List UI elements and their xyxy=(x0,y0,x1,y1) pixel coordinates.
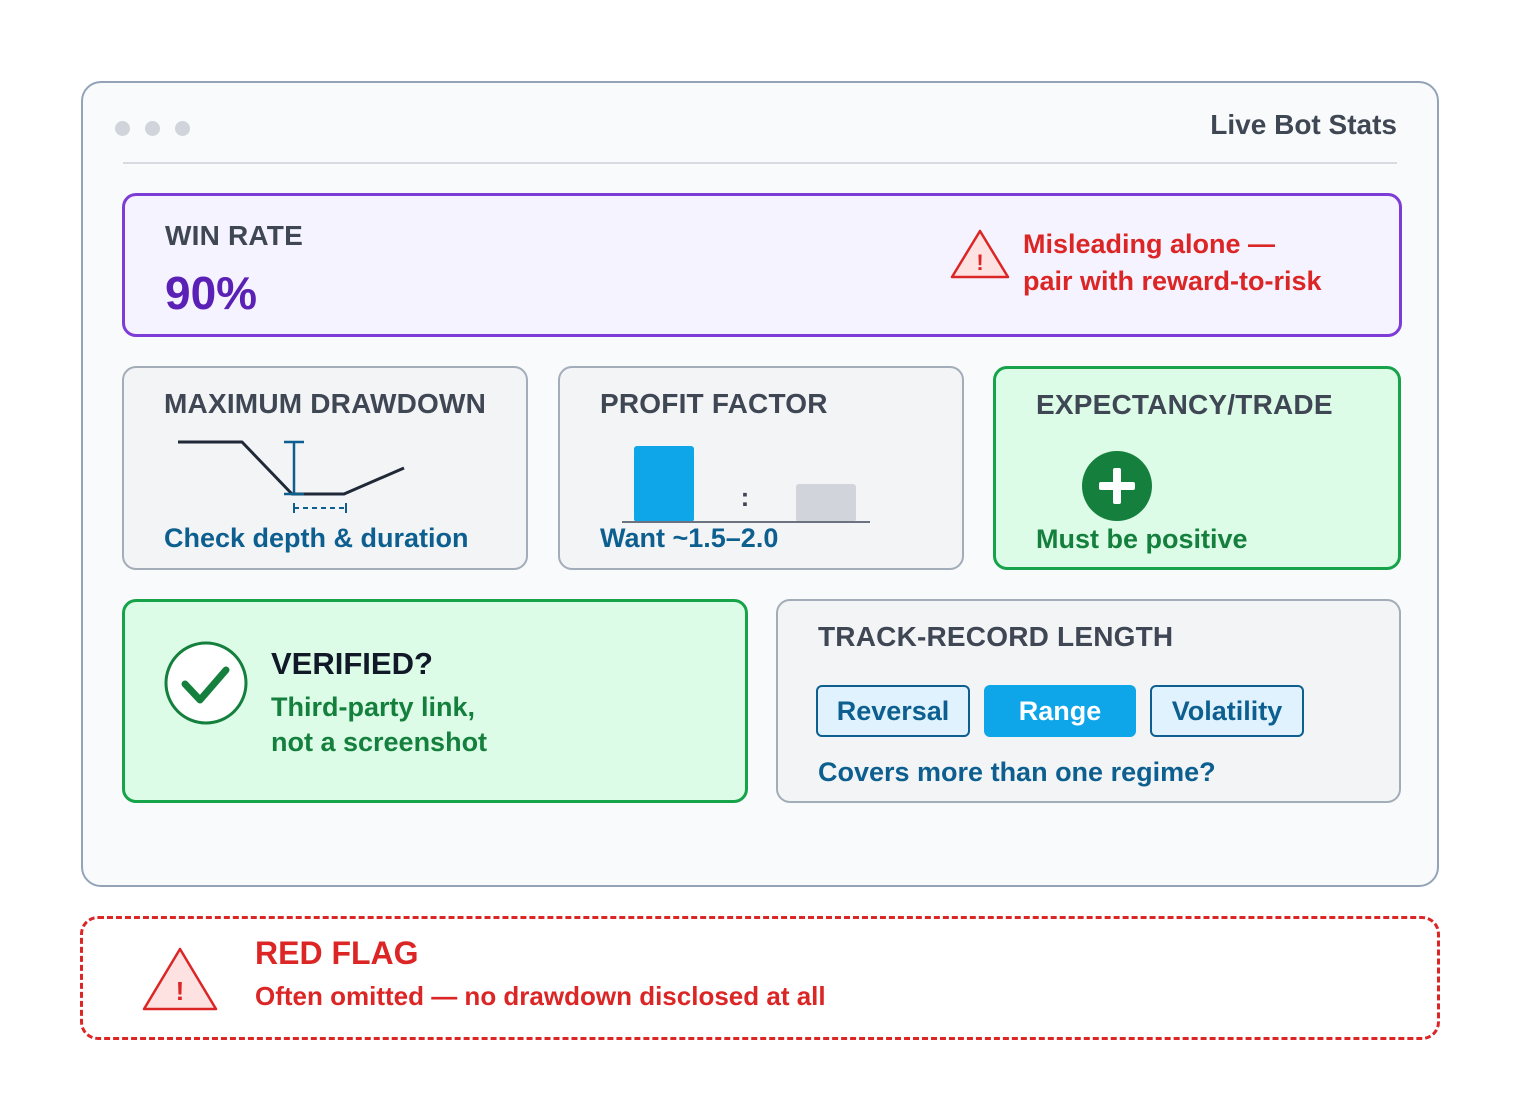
profit-factor-label: PROFIT FACTOR xyxy=(600,388,828,419)
checkmark-circle-icon xyxy=(164,641,248,725)
red-flag-text: Often omitted — no drawdown disclosed at… xyxy=(255,981,826,1011)
win-rate-warning: Misleading alone — pair with reward-to-r… xyxy=(1023,226,1322,300)
window-dot-2[interactable] xyxy=(145,121,160,136)
win-rate-value: 90% xyxy=(165,267,258,319)
window-title: Live Bot Stats xyxy=(1210,109,1397,140)
expectancy-card: EXPECTANCY/TRADE Must be positive xyxy=(993,366,1401,570)
verified-title: VERIFIED? xyxy=(271,646,433,681)
ratio-separator: : xyxy=(741,482,750,512)
red-flag-banner: ! RED FLAG Often omitted — no drawdown d… xyxy=(80,916,1440,1040)
win-rate-card: WIN RATE 90% ! Misleading alone — pair w… xyxy=(122,193,1402,337)
chip-reversal[interactable]: Reversal xyxy=(816,685,970,737)
svg-text:!: ! xyxy=(176,976,185,1006)
expectancy-note: Must be positive xyxy=(1036,524,1248,554)
svg-text:!: ! xyxy=(976,250,983,275)
profit-factor-note: Want ~1.5–2.0 xyxy=(600,523,779,553)
red-flag-title: RED FLAG xyxy=(255,935,419,971)
max-drawdown-note: Check depth & duration xyxy=(164,523,469,553)
warning-line-1: Misleading alone — xyxy=(1023,229,1276,259)
drawdown-curve-icon xyxy=(178,440,405,513)
warning-line-2: pair with reward-to-risk xyxy=(1023,266,1322,296)
chip-range[interactable]: Range xyxy=(984,685,1136,737)
expectancy-label: EXPECTANCY/TRADE xyxy=(1036,389,1333,420)
track-record-label: TRACK-RECORD LENGTH xyxy=(818,621,1174,652)
window-dot-1[interactable] xyxy=(115,121,130,136)
plus-circle-icon xyxy=(1082,451,1152,521)
title-divider xyxy=(123,162,1397,164)
max-drawdown-card: MAXIMUM DRAWDOWN Check depth & duration xyxy=(122,366,528,570)
ratio-bars-icon: : xyxy=(622,446,870,523)
profit-factor-card: PROFIT FACTOR : Want ~1.5–2.0 xyxy=(558,366,964,570)
verified-line-2: not a screenshot xyxy=(271,727,488,757)
verified-description: Third-party link, not a screenshot xyxy=(271,690,487,760)
warning-triangle-icon: ! xyxy=(142,947,218,1011)
win-rate-label: WIN RATE xyxy=(165,220,303,251)
track-record-card: TRACK-RECORD LENGTH Reversal Range Volat… xyxy=(776,599,1401,803)
warning-triangle-icon: ! xyxy=(950,229,1010,279)
verified-line-1: Third-party link, xyxy=(271,692,476,722)
track-record-question: Covers more than one regime? xyxy=(818,757,1216,787)
window-dot-3[interactable] xyxy=(175,121,190,136)
stats-window: Live Bot Stats WIN RATE 90% ! Misleading… xyxy=(81,81,1439,887)
chip-volatility[interactable]: Volatility xyxy=(1150,685,1304,737)
verified-card: VERIFIED? Third-party link, not a screen… xyxy=(122,599,748,803)
max-drawdown-label: MAXIMUM DRAWDOWN xyxy=(164,388,487,419)
